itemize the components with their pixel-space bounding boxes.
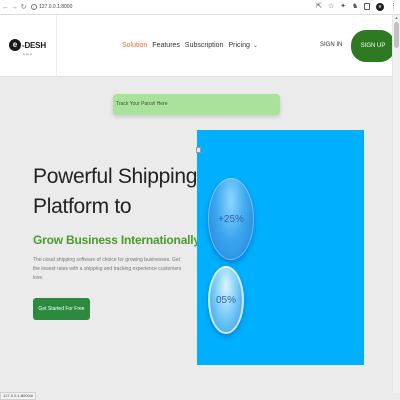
headline-line-1: Powerful Shipping bbox=[33, 165, 198, 188]
broken-image-icon bbox=[196, 147, 201, 153]
stat-bubble-growth: +25% bbox=[208, 178, 254, 260]
forward-icon[interactable]: → bbox=[11, 2, 18, 12]
hero-headline: Powerful Shipping Platform to bbox=[33, 162, 197, 222]
profile-icon[interactable]: e bbox=[376, 2, 384, 11]
nav-subscription[interactable]: Subscription bbox=[185, 42, 224, 49]
puzzle-icon[interactable]: ♞ bbox=[352, 2, 358, 11]
scroll-up-icon[interactable]: ▲ bbox=[393, 15, 400, 21]
main-nav: Solution Features Subscription Pricing ⌄ bbox=[122, 42, 258, 49]
browser-toolbar: ← → ↻ i 127.0.0.1:8000 ⇱ ☆ ✦ ♞ e ⋮ bbox=[0, 0, 400, 15]
extension-icon[interactable]: ✦ bbox=[340, 2, 346, 11]
nav-features[interactable]: Features bbox=[152, 42, 180, 49]
logo-mark: e bbox=[9, 39, 21, 51]
logo-text: -DESH bbox=[22, 40, 46, 50]
star-icon[interactable]: ☆ bbox=[328, 2, 334, 11]
headline-line-2: Platform to bbox=[33, 195, 132, 218]
reload-icon[interactable]: ↻ bbox=[20, 2, 27, 12]
stat-bubble-rate: 05% bbox=[208, 266, 244, 334]
hero-subheadline: Grow Business Internationally bbox=[33, 233, 200, 247]
site-header: e -DESH ▪▪ ▪▪▪ ▪▪ Solution Features Subs… bbox=[0, 15, 395, 77]
stat-growth-value: +25% bbox=[218, 213, 244, 225]
header-divider bbox=[56, 15, 57, 77]
nav-solution[interactable]: Solution bbox=[122, 42, 147, 49]
hero-description: The cloud shipping software of choice fo… bbox=[33, 257, 182, 281]
logo[interactable]: e -DESH ▪▪ ▪▪▪ ▪▪ bbox=[9, 39, 46, 56]
sign-up-button[interactable]: SIGN UP bbox=[351, 30, 395, 62]
share-icon[interactable]: ⇱ bbox=[316, 2, 322, 11]
nav-pricing[interactable]: Pricing ⌄ bbox=[228, 42, 257, 49]
link-status-bar: 127.0.0.1:8000/# bbox=[0, 392, 37, 400]
get-started-button[interactable]: Get Started For Free bbox=[33, 298, 90, 320]
stat-rate-value: 05% bbox=[215, 294, 236, 306]
sign-in-link[interactable]: SIGN IN bbox=[320, 42, 342, 48]
sidebar-icon[interactable] bbox=[364, 3, 370, 10]
nav-pricing-label: Pricing bbox=[228, 42, 250, 49]
info-icon[interactable]: i bbox=[31, 4, 37, 10]
url-text[interactable]: 127.0.0.1:8000 bbox=[39, 4, 72, 10]
extension-icons: ⇱ ☆ ✦ ♞ e ⋮ bbox=[316, 2, 397, 11]
logo-subtext: ▪▪ ▪▪▪ ▪▪ bbox=[23, 52, 33, 56]
back-icon[interactable]: ← bbox=[2, 2, 9, 12]
track-parcel-input[interactable]: Track Your Parcel Here bbox=[113, 94, 280, 115]
menu-icon[interactable]: ⋮ bbox=[390, 2, 397, 11]
chevron-down-icon: ⌄ bbox=[252, 43, 258, 49]
scrollbar-track[interactable] bbox=[392, 15, 400, 393]
address-bar[interactable]: i 127.0.0.1:8000 bbox=[31, 4, 72, 10]
scrollbar-thumb[interactable] bbox=[394, 22, 399, 48]
